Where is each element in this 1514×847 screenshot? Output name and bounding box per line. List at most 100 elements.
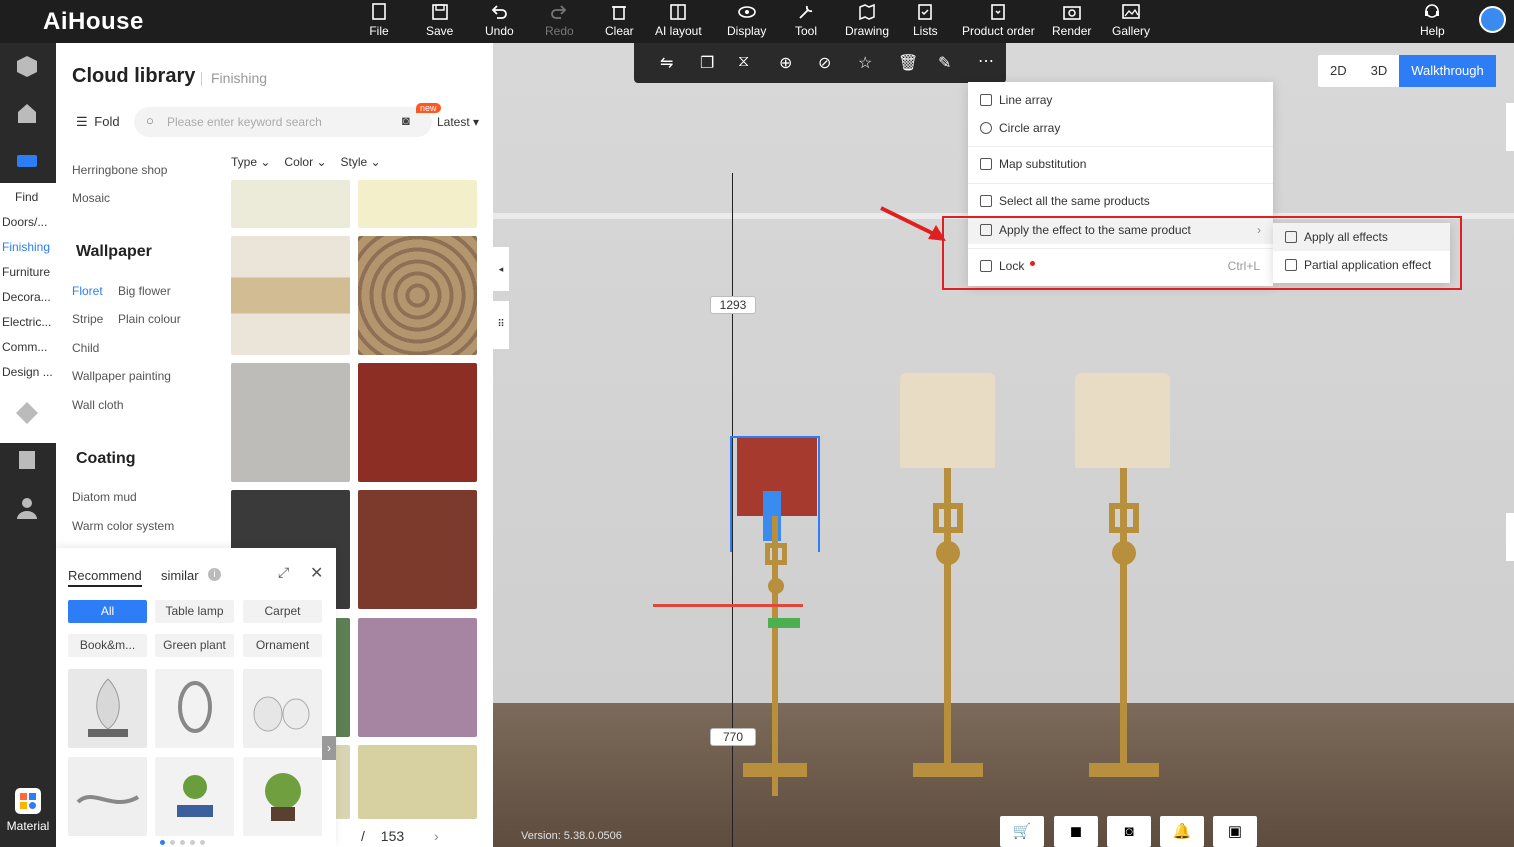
material-tile[interactable] (231, 236, 350, 355)
material-tile[interactable] (358, 490, 477, 609)
cube-icon[interactable] (12, 51, 42, 81)
replace-icon[interactable]: ⇋ (660, 53, 673, 73)
carousel-dot[interactable] (200, 840, 205, 845)
category-decoration[interactable]: Decora... (2, 290, 54, 304)
y-axis-gizmo[interactable] (768, 618, 800, 628)
menu-item-line-array[interactable]: Line array (968, 86, 1273, 114)
material-tile[interactable] (334, 618, 350, 737)
category-design[interactable]: Design ... (2, 365, 54, 379)
collapse-panel-icon[interactable]: ◂ (493, 247, 509, 291)
x-axis-gizmo[interactable] (653, 604, 803, 607)
camera-icon[interactable]: ◙ (402, 113, 410, 128)
info-icon[interactable]: i (208, 568, 221, 581)
subcat-warm-color[interactable]: Warm color system (72, 519, 174, 533)
view-3d-button[interactable]: 3D (1359, 55, 1400, 87)
lamp-shade[interactable] (1075, 373, 1170, 468)
cabinet-icon[interactable] (12, 445, 42, 475)
category-finishing[interactable]: Finishing (2, 240, 54, 254)
delete-icon[interactable]: 🗑 (898, 53, 918, 73)
favorite-icon[interactable]: ☆ (858, 53, 872, 73)
display-button[interactable]: Display (727, 0, 766, 43)
product-order-button[interactable]: Product order (962, 0, 1035, 43)
drag-handle-icon[interactable]: ⠿ (493, 301, 509, 349)
tiles-icon[interactable] (12, 398, 42, 428)
material-tile[interactable] (231, 180, 350, 228)
hide-icon[interactable]: ⊘ (818, 53, 831, 73)
expand-icon[interactable]: ⤢ (278, 564, 289, 581)
carousel-dot[interactable] (160, 840, 165, 845)
tab-recommend[interactable]: Recommend (68, 568, 142, 587)
product-thumbnail[interactable] (155, 757, 234, 836)
chip-green-plant[interactable]: Green plant (155, 634, 234, 657)
material-tile[interactable] (358, 236, 477, 355)
subcat-big-flower[interactable]: Big flower (118, 284, 171, 298)
category-comm[interactable]: Comm... (2, 340, 54, 354)
right-handle[interactable] (1506, 103, 1514, 151)
product-thumbnail[interactable] (68, 669, 147, 748)
notification-button[interactable]: 🔔 (1160, 816, 1204, 847)
search-input[interactable]: ○ Please enter keyword search ◙ (134, 107, 432, 137)
subcat-mosaic[interactable]: Mosaic (72, 191, 110, 205)
menu-item-map-substitution[interactable]: Map substitution (968, 150, 1273, 178)
subcat-floret[interactable]: Floret (72, 284, 103, 298)
model-button[interactable]: ◼ (1054, 816, 1098, 847)
product-thumbnail[interactable] (155, 669, 234, 748)
fold-button[interactable]: ☰ Fold (76, 114, 120, 130)
subcat-diatom-mud[interactable]: Diatom mud (72, 490, 137, 504)
category-electric[interactable]: Electric... (2, 315, 54, 329)
menu-item-apply-effect[interactable]: Apply the effect to the same product › (968, 216, 1273, 244)
category-doors[interactable]: Doors/... (2, 215, 54, 229)
material-tile[interactable] (358, 363, 477, 482)
menu-item-lock[interactable]: Lock Ctrl+L (968, 252, 1273, 280)
copy-icon[interactable]: ❐ (700, 53, 714, 73)
drawing-button[interactable]: Drawing (845, 0, 889, 43)
chip-carpet[interactable]: Carpet (243, 600, 322, 623)
carousel-dot[interactable] (170, 840, 175, 845)
category-furniture[interactable]: Furniture (2, 265, 54, 279)
dimension-label-lower[interactable]: 770 (710, 728, 756, 746)
snapshot-button[interactable]: ◙ (1107, 816, 1151, 847)
mirror-icon[interactable]: ⧖ (738, 53, 749, 71)
carousel-next-icon[interactable]: › (322, 736, 336, 760)
dimension-label-height[interactable]: 1293 (710, 296, 756, 314)
render-button[interactable]: Render (1052, 0, 1091, 43)
menu-item-partial-effect[interactable]: Partial application effect (1273, 251, 1450, 279)
product-thumbnail[interactable] (243, 757, 322, 836)
chip-ornament[interactable]: Ornament (243, 634, 322, 657)
sofa-icon[interactable] (12, 145, 42, 175)
avatar[interactable] (1479, 6, 1506, 33)
chip-books[interactable]: Book&m... (68, 634, 147, 657)
menu-item-circle-array[interactable]: Circle array (968, 114, 1273, 142)
product-thumbnail[interactable] (68, 757, 147, 836)
menu-item-apply-all-effects[interactable]: Apply all effects (1273, 223, 1450, 251)
filter-style[interactable]: Style ⌄ (341, 155, 381, 169)
view-walkthrough-button[interactable]: Walkthrough (1399, 55, 1496, 87)
help-button[interactable]: Help (1420, 0, 1445, 43)
material-tile[interactable] (358, 618, 477, 737)
subcat-herringbone[interactable]: Herringbone shop (72, 163, 167, 177)
next-page-icon[interactable]: › (434, 828, 439, 844)
user-icon[interactable] (12, 493, 42, 523)
lamp-shade[interactable] (900, 373, 995, 468)
product-thumbnail[interactable] (243, 669, 322, 748)
material-tile[interactable] (231, 363, 350, 482)
right-handle[interactable] (1506, 513, 1514, 561)
chip-table-lamp[interactable]: Table lamp (155, 600, 234, 623)
align-icon[interactable]: ⊕ (779, 53, 792, 73)
subcat-wall-cloth[interactable]: Wall cloth (72, 398, 124, 412)
ai-layout-button[interactable]: AI layout (655, 0, 702, 43)
menu-item-select-same[interactable]: Select all the same products (968, 187, 1273, 215)
cart-button[interactable]: 🛒 (1000, 816, 1044, 847)
subcat-wallpaper-painting[interactable]: Wallpaper painting (72, 369, 171, 383)
material-tile[interactable] (358, 180, 477, 228)
carousel-dot[interactable] (180, 840, 185, 845)
clear-button[interactable]: Clear (605, 0, 634, 43)
gallery-button[interactable]: Gallery (1112, 0, 1150, 43)
filter-color[interactable]: Color ⌄ (284, 155, 326, 169)
filter-type[interactable]: Type ⌄ (231, 155, 270, 169)
save-button[interactable]: Save (426, 0, 453, 43)
view-2d-button[interactable]: 2D (1318, 55, 1359, 87)
tool-button[interactable]: Tool (795, 0, 817, 43)
sort-dropdown[interactable]: Latest ▾ (437, 115, 479, 129)
carousel-dot[interactable] (190, 840, 195, 845)
